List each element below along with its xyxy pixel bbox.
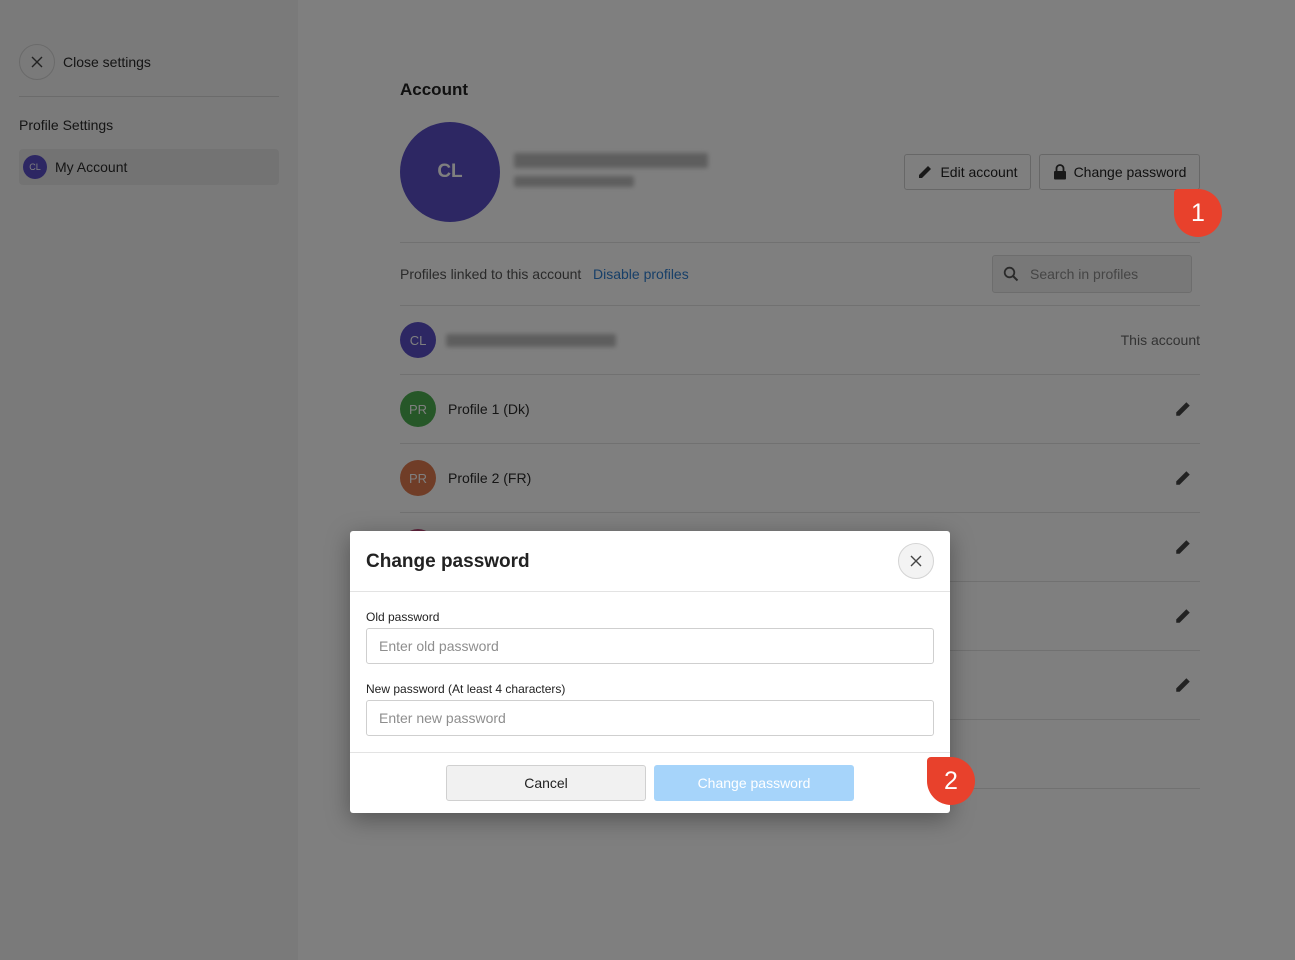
dialog-divider (350, 591, 950, 592)
new-password-field[interactable] (366, 700, 934, 736)
dialog-divider (350, 752, 950, 753)
close-icon[interactable] (898, 543, 934, 579)
step-marker-2: 2 (927, 757, 975, 805)
change-password-submit-button[interactable]: Change password (654, 765, 854, 801)
modal-backdrop[interactable] (0, 0, 1295, 960)
old-password-label: Old password (366, 610, 440, 624)
new-password-label: New password (At least 4 characters) (366, 682, 566, 696)
step-marker-1: 1 (1174, 189, 1222, 237)
old-password-field[interactable] (366, 628, 934, 664)
cancel-button[interactable]: Cancel (446, 765, 646, 801)
change-password-dialog: Change password Old password New passwor… (350, 531, 950, 813)
dialog-title: Change password (366, 551, 530, 572)
